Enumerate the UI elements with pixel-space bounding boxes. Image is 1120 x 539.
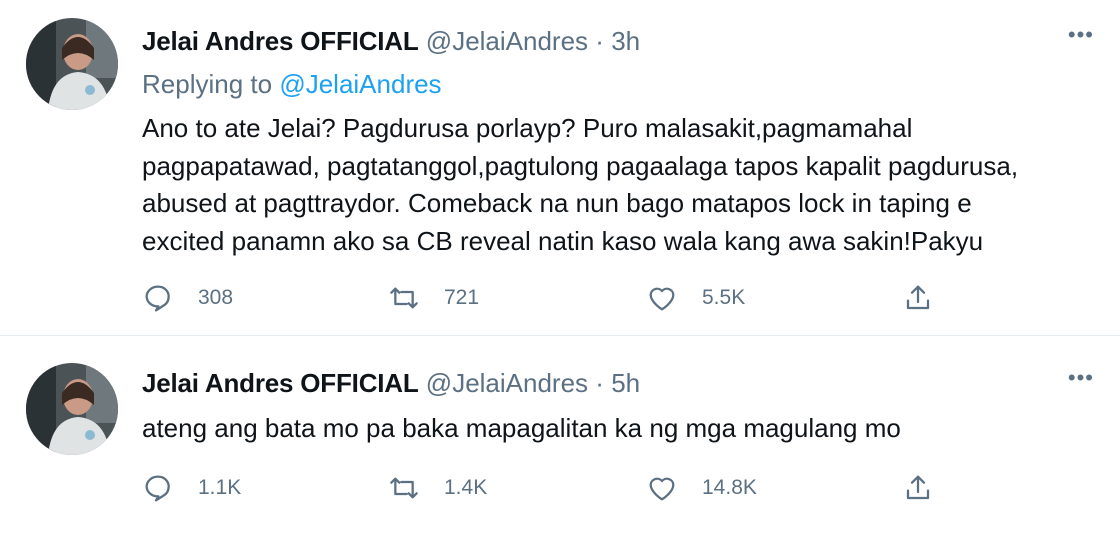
timestamp[interactable]: 5h	[611, 368, 640, 398]
tweet[interactable]: Jelai Andres OFFICIAL @JelaiAndres · 5h …	[0, 337, 1120, 539]
avatar[interactable]	[26, 363, 118, 455]
action-bar: 308 721 5.5K	[142, 278, 1102, 318]
more-options-icon[interactable]: •••	[1068, 24, 1094, 46]
tweet-text-line: pagpapatawad, pagtatanggol,pagtulong pag…	[142, 150, 1019, 181]
more-options-icon[interactable]: •••	[1068, 367, 1094, 389]
tweet-text-line: abused at pagttraydor. Comeback na nun b…	[142, 188, 972, 218]
replying-to: Replying to @JelaiAndres	[142, 68, 442, 100]
share-button[interactable]	[902, 278, 934, 318]
like-count: 5.5K	[702, 286, 746, 309]
retweet-button[interactable]: 1.4K	[388, 468, 487, 508]
tweet[interactable]: Jelai Andres OFFICIAL @JelaiAndres · 3h …	[0, 0, 1120, 336]
reply-button[interactable]: 1.1K	[142, 468, 241, 508]
reply-count: 1.1K	[198, 476, 242, 499]
author-handle[interactable]: @JelaiAndres	[426, 368, 588, 398]
share-icon	[906, 475, 930, 500]
tweet-header: Jelai Andres OFFICIAL @JelaiAndres · 5h	[142, 368, 640, 398]
avatar-photo	[26, 363, 118, 455]
comment-icon	[145, 475, 170, 502]
tweet-text: ateng ang bata mo pa baka mapagalitan ka…	[142, 410, 1092, 448]
separator: ·	[595, 368, 604, 398]
like-button[interactable]: 14.8K	[646, 468, 757, 508]
like-button[interactable]: 5.5K	[646, 278, 745, 318]
reply-count: 308	[198, 286, 234, 309]
author-name[interactable]: Jelai Andres OFFICIAL	[142, 26, 419, 56]
heart-icon	[649, 477, 675, 501]
mention-link[interactable]: @JelaiAndres	[279, 69, 441, 99]
heart-icon	[649, 287, 675, 311]
replying-label: Replying to	[142, 69, 273, 99]
tweet-text-line: Ano to ate Jelai? Pagdurusa porlayp? Pur…	[142, 113, 913, 143]
retweet-button[interactable]: 721	[388, 278, 479, 318]
tweet-header: Jelai Andres OFFICIAL @JelaiAndres · 3h	[142, 26, 640, 56]
reply-button[interactable]: 308	[142, 278, 233, 318]
avatar[interactable]	[26, 18, 118, 110]
retweet-icon	[390, 287, 418, 309]
share-icon	[906, 285, 930, 310]
like-count: 14.8K	[702, 476, 757, 499]
tweet-text: Ano to ate Jelai? Pagdurusa porlayp? Pur…	[142, 110, 1092, 260]
share-button[interactable]	[902, 468, 934, 508]
action-bar: 1.1K 1.4K 14.8K	[142, 468, 1102, 508]
author-handle[interactable]: @JelaiAndres	[426, 26, 588, 56]
tweet-text-line: ateng ang bata mo pa baka mapagalitan ka…	[142, 413, 901, 443]
retweet-count: 1.4K	[444, 476, 488, 499]
comment-icon	[145, 285, 170, 312]
separator: ·	[595, 26, 604, 56]
tweet-text-line: excited panamn ako sa CB reveal natin ka…	[142, 225, 984, 256]
retweet-count: 721	[444, 286, 480, 309]
avatar-photo	[26, 18, 118, 110]
author-name[interactable]: Jelai Andres OFFICIAL	[142, 368, 419, 398]
retweet-icon	[390, 477, 418, 499]
timestamp[interactable]: 3h	[611, 26, 640, 56]
